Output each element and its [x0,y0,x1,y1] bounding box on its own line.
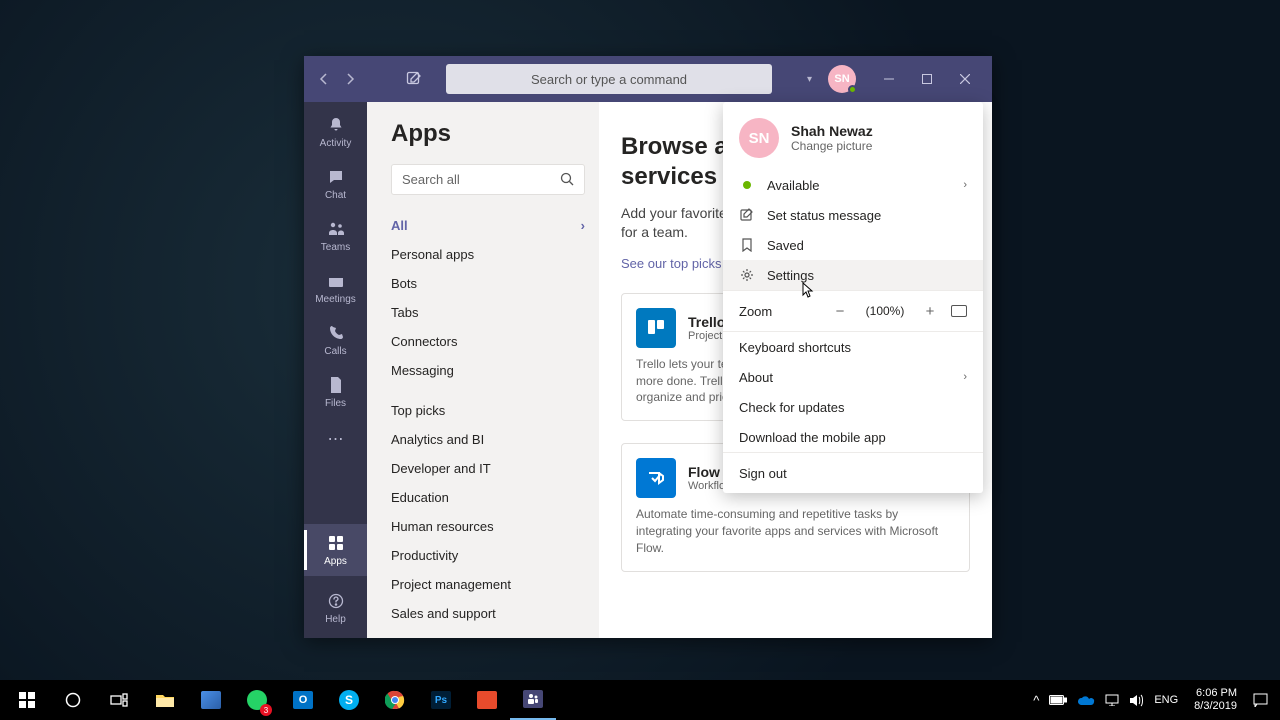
chat-icon [326,167,346,187]
back-button[interactable] [312,67,336,91]
tray-clock[interactable]: 6:06 PM 8/3/2019 [1194,687,1237,712]
rail-help[interactable]: Help [304,582,367,634]
category-messaging[interactable]: Messaging [391,356,585,385]
apps-category-panel: Apps Search all All›Personal appsBotsTab… [367,102,599,638]
check-updates-row[interactable]: Check for updates [723,392,983,422]
taskbar-whatsapp[interactable]: 3 [234,680,280,720]
rail-activity[interactable]: Activity [304,106,367,158]
download-app-row[interactable]: Download the mobile app [723,422,983,452]
rail-files[interactable]: Files [304,366,367,418]
search-icon [560,172,574,186]
zoom-row: Zoom − (100%) + [723,291,983,331]
fullscreen-icon[interactable] [951,305,967,317]
edit-icon [739,208,755,222]
chevron-right-icon: › [963,179,967,191]
status-row[interactable]: Available › [723,170,983,200]
taskbar-app-2[interactable] [464,680,510,720]
compose-button[interactable] [400,65,428,93]
panel-title: Apps [391,120,585,148]
category-connectors[interactable]: Connectors [391,327,585,356]
taskbar-photoshop[interactable]: Ps [418,680,464,720]
category-analytics-and-bi[interactable]: Analytics and BI [391,425,585,454]
app-icon [636,458,676,498]
card-description: Automate time-consuming and repetitive t… [636,506,955,556]
apps-icon [326,533,346,553]
profile-dropdown: SN Shah Newaz Change picture Available ›… [723,102,983,493]
app-icon [636,308,676,348]
rail-meetings[interactable]: Meetings [304,262,367,314]
search-input[interactable]: Search or type a command [446,64,772,94]
teams-icon [326,219,346,239]
category-human-resources[interactable]: Human resources [391,512,585,541]
rail-more[interactable]: ⋯ [304,418,367,460]
app-rail: Activity Chat Teams Meetings Calls [304,102,367,638]
taskbar-outlook[interactable]: O [280,680,326,720]
search-placeholder: Search or type a command [531,72,687,87]
category-personal-apps[interactable]: Personal apps [391,240,585,269]
chevron-right-icon: › [963,371,967,383]
taskbar-teams[interactable] [510,680,556,720]
chevron-right-icon: › [581,218,585,233]
presence-available-icon [848,85,857,94]
gear-icon [739,268,755,282]
category-top-picks[interactable]: Top picks [391,396,585,425]
zoom-value: (100%) [861,304,909,318]
apps-search-input[interactable]: Search all [391,164,585,195]
status-available-icon [743,181,751,189]
cortana-button[interactable] [50,680,96,720]
file-icon [326,375,346,395]
tray-onedrive-icon[interactable] [1077,695,1095,706]
rail-calls[interactable]: Calls [304,314,367,366]
category-productivity[interactable]: Productivity [391,541,585,570]
saved-row[interactable]: Saved [723,230,983,260]
taskbar-explorer[interactable] [142,680,188,720]
category-education[interactable]: Education [391,483,585,512]
tray-volume-icon[interactable] [1129,694,1144,707]
settings-row[interactable]: Settings [723,260,983,290]
titlebar: Search or type a command ▾ SN [304,56,992,102]
category-project-management[interactable]: Project management [391,570,585,599]
sign-out-row[interactable]: Sign out [723,453,983,493]
category-bots[interactable]: Bots [391,269,585,298]
zoom-out-button[interactable]: − [829,303,851,320]
change-picture-link[interactable]: Change picture [791,139,873,153]
bookmark-icon [739,238,755,252]
taskbar-chrome[interactable] [372,680,418,720]
help-icon [326,591,346,611]
taskbar-skype[interactable]: S [326,680,372,720]
profile-name: Shah Newaz [791,123,873,139]
start-button[interactable] [4,680,50,720]
taskbar: 3 O S Ps ^ ENG 6:06 PM 8/3/2019 [0,680,1280,720]
tray-language[interactable]: ENG [1154,694,1178,706]
task-view-button[interactable] [96,680,142,720]
taskbar-app-1[interactable] [188,680,234,720]
keyboard-shortcuts-row[interactable]: Keyboard shortcuts [723,332,983,362]
rail-apps[interactable]: Apps [304,524,367,576]
category-all[interactable]: All› [391,211,585,240]
tray-notifications-icon[interactable] [1253,693,1268,707]
rail-teams[interactable]: Teams [304,210,367,262]
category-sales-and-support[interactable]: Sales and support [391,599,585,628]
zoom-in-button[interactable]: + [919,303,941,320]
maximize-button[interactable] [908,64,946,94]
cursor-icon [800,282,816,300]
set-status-row[interactable]: Set status message [723,200,983,230]
tray-network-icon[interactable] [1105,694,1119,706]
bell-icon [326,115,346,135]
category-developer-and-it[interactable]: Developer and IT [391,454,585,483]
calendar-icon [326,271,346,291]
close-button[interactable] [946,64,984,94]
profile-avatar[interactable]: SN [828,65,856,93]
minimize-button[interactable] [870,64,908,94]
tray-chevron-icon[interactable]: ^ [1033,693,1039,708]
profile-avatar-large[interactable]: SN [739,118,779,158]
rail-chat[interactable]: Chat [304,158,367,210]
forward-button[interactable] [338,67,362,91]
chevron-down-icon[interactable]: ▾ [807,74,812,85]
tray-battery-icon[interactable] [1049,695,1067,705]
category-tabs[interactable]: Tabs [391,298,585,327]
about-row[interactable]: About › [723,362,983,392]
phone-icon [326,323,346,343]
